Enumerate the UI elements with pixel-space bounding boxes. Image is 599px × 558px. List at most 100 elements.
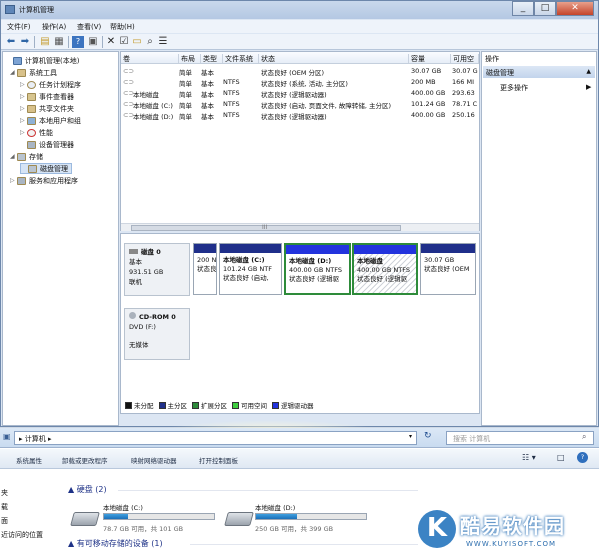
tree-item-storage[interactable]: ◢ 存储 <box>10 151 43 162</box>
drive-d-name[interactable]: 本地磁盘 (D:) <box>255 502 295 512</box>
performance-icon <box>27 128 36 137</box>
group-hard-disks[interactable]: ▲ 硬盘 (2) <box>68 484 107 495</box>
close-button[interactable]: ✕ <box>556 1 594 16</box>
up-folder-icon[interactable]: ▤ <box>39 36 51 48</box>
disk-graphical-view: 磁盘 0 基本 931.51 GB 联机 200 N 状态良 本地磁盘 (C:) 1… <box>120 233 480 414</box>
legend-primary: 主分区 <box>167 402 188 410</box>
hard-disk-icon <box>129 249 138 254</box>
window-controls: _ □ ✕ <box>512 1 594 16</box>
minimize-button[interactable]: _ <box>512 1 534 16</box>
menu-view[interactable]: 查看(V) <box>77 22 101 32</box>
tree-item-services-apps[interactable]: ▷ 服务和应用程序 <box>10 175 78 186</box>
system-properties-button[interactable]: 系统属性 <box>16 455 42 465</box>
drive-c-free: 78.7 GB 可用，共 101 GB <box>103 525 184 533</box>
nav-item[interactable]: 近访问的位置 <box>1 530 43 540</box>
tree-item-device-manager[interactable]: 设备管理器 <box>20 139 74 150</box>
drive-c-name[interactable]: 本地磁盘 (C:) <box>103 502 143 512</box>
preview-pane-icon[interactable]: □ <box>557 453 565 462</box>
forward-arrow-icon[interactable]: ➡ <box>19 36 31 48</box>
column-volume[interactable]: 卷 <box>121 54 179 63</box>
volume-row[interactable]: ⊂⊃ 本地磁盘 (D:) 简单 基本 NTFS 状态良好 (逻辑驱动器) 400.00 … <box>121 110 479 121</box>
drive-d-usage-bar <box>255 513 367 520</box>
delete-icon[interactable]: ✕ <box>105 36 117 48</box>
volume-icon: ⊂⊃ <box>123 78 134 86</box>
open-control-panel-button[interactable]: 打开控制面板 <box>199 455 238 465</box>
column-type[interactable]: 类型 <box>201 54 223 63</box>
tree-item-performance[interactable]: ▷ 性能 <box>20 127 53 138</box>
uninstall-program-button[interactable]: 卸载或更改程序 <box>62 455 108 465</box>
menu-file[interactable]: 文件(F) <box>7 22 31 32</box>
navigation-pane: 夹 载 面 近访问的位置 <box>0 470 60 558</box>
group-removable-storage[interactable]: ▲ 有可移动存储的设备 (1) <box>68 538 163 549</box>
partition-c[interactable]: 本地磁盘 (C:) 101.24 GB NTF 状态良好 (启动, <box>219 243 282 295</box>
computer-icon <box>13 56 22 65</box>
help-icon[interactable]: ? <box>577 452 588 463</box>
scrollbar-thumb[interactable]: III <box>131 224 401 231</box>
address-bar[interactable]: ▸ 计算机 ▸ <box>14 431 417 445</box>
volume-row[interactable]: ⊂⊃ 简单 基本 状态良好 (OEM 分区) 30.07 GB 30.07 G <box>121 66 479 77</box>
hard-drive-c-icon <box>70 512 100 526</box>
computer-icon: ▣ <box>3 432 11 441</box>
legend-swatch-free <box>232 401 239 409</box>
search-box[interactable]: 搜索 计算机 <box>446 431 594 445</box>
tree-item-task-scheduler[interactable]: ▷ 任务计划程序 <box>20 79 81 90</box>
column-status[interactable]: 状态 <box>259 54 409 63</box>
checklist-icon[interactable]: ☑ <box>118 36 130 48</box>
volume-row[interactable]: ⊂⊃ 本地磁盘 (C:) 简单 基本 NTFS 状态良好 (启动, 页面文件, 故障转… <box>121 99 479 110</box>
column-filesystem[interactable]: 文件系统 <box>223 54 259 63</box>
title-bar[interactable]: 计算机管理 _ □ ✕ <box>1 1 598 19</box>
cdrom-0-header[interactable]: CD-ROM 0 DVD (F:) 无媒体 <box>124 308 190 360</box>
disk-size: 931.51 GB <box>129 268 164 276</box>
address-dropdown-icon[interactable]: ▾ <box>409 433 412 440</box>
nav-item[interactable]: 夹 <box>1 488 8 498</box>
maximize-button[interactable]: □ <box>534 1 556 16</box>
drive-d-free: 250 GB 可用，共 399 GB <box>255 525 334 533</box>
services-icon <box>17 176 26 185</box>
partition-oem[interactable]: 30.07 GB 状态良好 (OEM <box>420 243 476 295</box>
address-bar-area: ▣ ▸ 计算机 ▸ ▾ ↻ 搜索 计算机 ⌕ <box>0 428 599 448</box>
partition-system-reserved[interactable]: 200 N 状态良 <box>193 243 217 295</box>
logo-k-icon: K <box>418 510 456 548</box>
open-folder-icon[interactable]: ▭ <box>131 36 143 48</box>
column-layout[interactable]: 布局 <box>179 54 201 63</box>
list-icon[interactable]: ☰ <box>157 36 169 48</box>
partition-logical-selected[interactable]: 本地磁盘 400.00 GB NTFS 状态良好 (逻辑驱 <box>352 243 418 295</box>
column-capacity[interactable]: 容量 <box>409 54 451 63</box>
toolbar: ⬅ ➡ ▤ ▦ ? ▣ ✕ ☑ ▭ ⌕ ☰ <box>1 34 598 50</box>
actions-section-disk-management[interactable]: 磁盘管理 ▲ <box>483 66 595 78</box>
partition-d[interactable]: 本地磁盘 (D:) 400.00 GB NTFS 状态良好 (逻辑驱 <box>284 243 351 295</box>
cdrom-drive: DVD (F:) <box>129 323 156 331</box>
cd-drive-icon <box>129 312 136 319</box>
hard-drive-d-icon <box>224 512 254 526</box>
drive-c-usage-bar <box>103 513 215 520</box>
volume-row[interactable]: ⊂⊃ 本地磁盘 简单 基本 NTFS 状态良好 (逻辑驱动器) 400.00 GB 293… <box>121 88 479 99</box>
horizontal-scrollbar[interactable]: III <box>121 223 479 231</box>
tree-item-disk-management[interactable]: 磁盘管理 <box>20 163 72 174</box>
refresh-icon[interactable]: ↻ <box>424 431 432 441</box>
volume-list-header: 卷 布局 类型 文件系统 状态 容量 可用空 <box>121 52 479 64</box>
tree-item-local-users[interactable]: ▷ 本地用户和组 <box>20 115 81 126</box>
cdrom-name: CD-ROM 0 <box>139 313 176 321</box>
properties-icon[interactable]: ▣ <box>87 36 99 48</box>
disk-0-header[interactable]: 磁盘 0 基本 931.51 GB 联机 <box>124 243 190 296</box>
more-actions[interactable]: 更多操作 <box>500 83 528 93</box>
volume-row[interactable]: ⊂⊃ 简单 基本 NTFS 状态良好 (系统, 活动, 主分区) 200 MB 166 M… <box>121 77 479 88</box>
nav-item[interactable]: 面 <box>1 516 8 526</box>
menu-action[interactable]: 操作(A) <box>42 22 66 32</box>
tree-item-system-tools[interactable]: ◢ 系统工具 <box>10 67 57 78</box>
map-network-drive-button[interactable]: 映射网络驱动器 <box>131 455 177 465</box>
legend-free: 可用空间 <box>241 402 267 410</box>
show-hide-tree-icon[interactable]: ▦ <box>53 36 65 48</box>
legend-swatch-extended <box>192 401 199 409</box>
view-options-icon[interactable]: ☷ ▾ <box>522 453 536 462</box>
tree-item-shared-folders[interactable]: ▷ 共享文件夹 <box>20 103 74 114</box>
disk-status: 联机 <box>129 278 142 286</box>
search-icon[interactable]: ⌕ <box>144 36 156 48</box>
column-free[interactable]: 可用空 <box>451 54 479 63</box>
menu-help[interactable]: 帮助(H) <box>110 22 135 32</box>
help-icon[interactable]: ? <box>72 36 84 48</box>
tree-item-event-viewer[interactable]: ▷ 事件查看器 <box>20 91 74 102</box>
back-arrow-icon[interactable]: ⬅ <box>5 36 17 48</box>
nav-item[interactable]: 载 <box>1 502 8 512</box>
tree-item-root[interactable]: 计算机管理(本地) <box>6 55 79 66</box>
